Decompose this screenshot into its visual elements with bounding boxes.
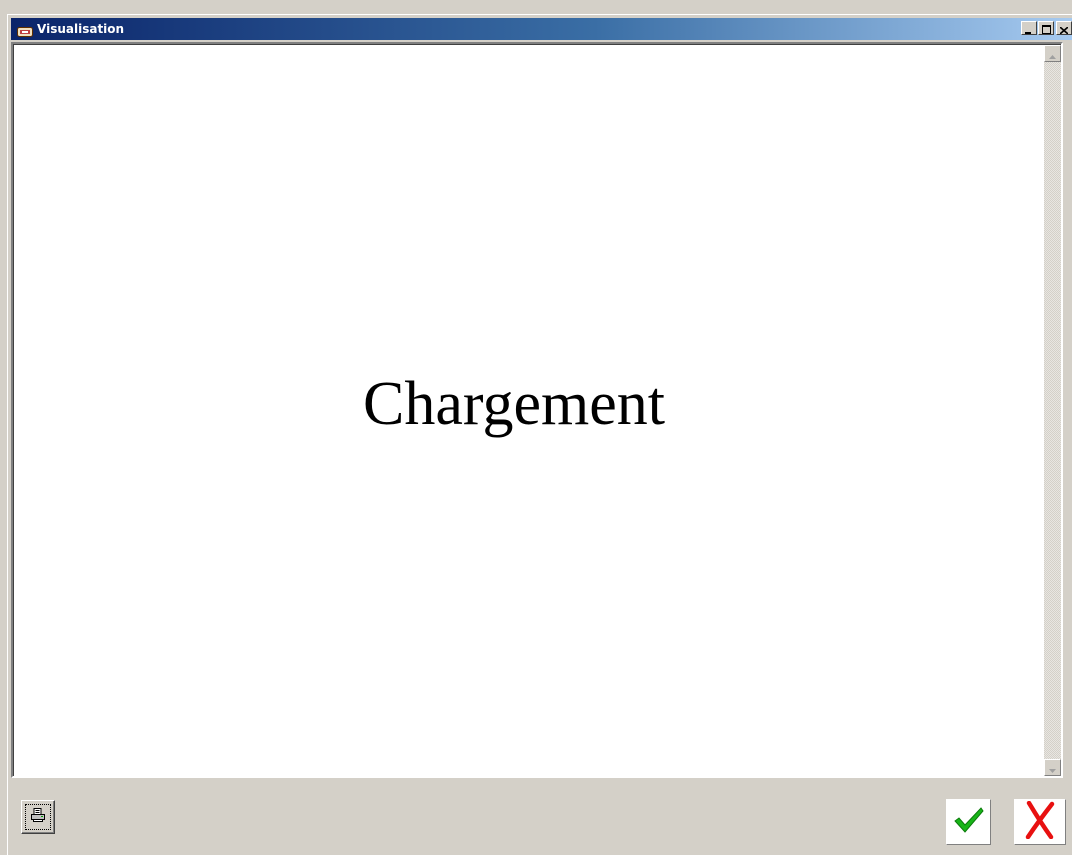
close-icon: [1059, 19, 1069, 38]
scroll-down-button[interactable]: [1044, 759, 1061, 776]
preview-area[interactable]: Chargement: [14, 45, 1044, 776]
preview-container: Chargement: [13, 44, 1061, 776]
window-controls: [1020, 21, 1072, 35]
scroll-up-arrow-icon: [1049, 44, 1056, 63]
printer-icon: [30, 807, 46, 827]
close-button[interactable]: [1056, 21, 1072, 35]
minimize-icon: [1025, 19, 1033, 38]
scroll-down-arrow-icon: [1049, 758, 1056, 777]
title-bar[interactable]: Visualisation: [11, 18, 1072, 40]
checkmark-icon: [953, 806, 985, 838]
window-title: Visualisation: [37, 22, 125, 36]
vertical-scrollbar[interactable]: [1044, 45, 1061, 776]
minimize-button[interactable]: [1021, 21, 1037, 35]
print-button[interactable]: [21, 800, 55, 834]
maximize-icon: [1041, 19, 1051, 38]
preview-frame: Chargement: [11, 42, 1063, 778]
loading-status-text: Chargement: [363, 370, 665, 438]
maximize-button[interactable]: [1038, 21, 1054, 35]
visualisation-window: Visualisation Chargement: [7, 14, 1072, 855]
bottom-toolbar: [11, 780, 1072, 855]
ok-button[interactable]: [946, 799, 991, 845]
cross-icon: [1025, 800, 1055, 843]
cancel-button[interactable]: [1014, 799, 1066, 845]
app-window-icon: [17, 23, 33, 37]
scroll-up-button[interactable]: [1044, 45, 1061, 62]
